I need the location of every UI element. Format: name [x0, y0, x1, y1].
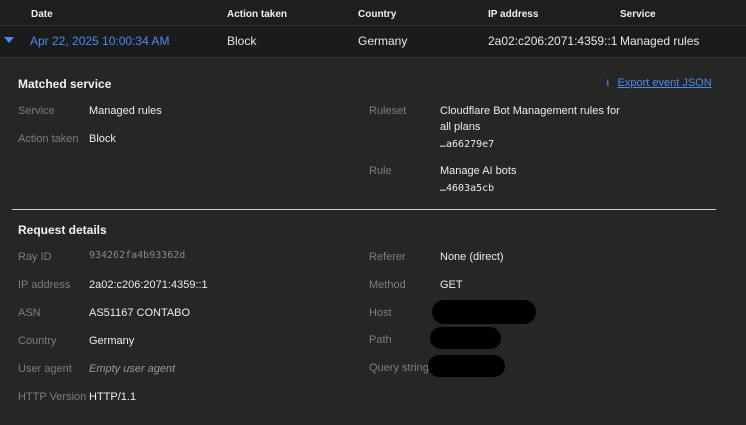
- row-service: Managed rules: [620, 34, 700, 48]
- rule-label: Rule: [369, 165, 392, 177]
- referer-label: Referer: [369, 251, 406, 263]
- ray-id-value[interactable]: 934262fa4b93362d: [89, 248, 185, 264]
- download-icon: ⭳: [606, 78, 610, 89]
- query-string-redaction: [428, 355, 505, 377]
- country-label: Country: [18, 335, 57, 347]
- country-value: Germany: [89, 335, 135, 347]
- host-label: Host: [369, 307, 392, 319]
- http-version-value: HTTP/1.1: [89, 391, 137, 403]
- path-label: Path: [369, 334, 392, 346]
- table-header: Date Action taken Country IP address Ser…: [0, 0, 746, 26]
- ip-value: 2a02:c206:2071:4359::1: [89, 279, 208, 291]
- method-label: Method: [369, 279, 406, 291]
- export-event-json-link[interactable]: ⭳ Export event JSON: [606, 76, 712, 93]
- rule-id[interactable]: …4603a5cb: [440, 181, 494, 197]
- table-row[interactable]: Apr 22, 2025 10:00:34 AM Block Germany 2…: [0, 26, 746, 58]
- query-string-label: Query string: [369, 362, 429, 374]
- asn-value: AS51167 CONTABO: [89, 307, 191, 319]
- asn-label: ASN: [18, 307, 41, 319]
- http-version-label: HTTP Version: [18, 391, 87, 403]
- chevron-down-icon[interactable]: [4, 37, 14, 43]
- user-agent-value: Empty user agent: [89, 363, 176, 375]
- ruleset-name-line2: all plans: [440, 121, 481, 133]
- matched-service-title: Matched service: [18, 77, 112, 91]
- referer-value: None (direct): [440, 251, 504, 263]
- ruleset-label: Ruleset: [369, 105, 407, 117]
- column-header-action[interactable]: Action taken: [227, 9, 287, 20]
- user-agent-label: User agent: [18, 363, 72, 375]
- path-redaction: [430, 327, 501, 349]
- method-value: GET: [440, 279, 463, 291]
- column-header-service[interactable]: Service: [620, 9, 656, 20]
- column-header-country[interactable]: Country: [358, 9, 396, 20]
- request-details-title: Request details: [18, 223, 107, 237]
- row-country: Germany: [358, 34, 408, 48]
- column-header-ip[interactable]: IP address: [488, 9, 538, 20]
- ray-id-label: Ray ID: [18, 251, 52, 263]
- host-redaction: [432, 300, 536, 324]
- action-label: Action taken: [18, 133, 79, 145]
- service-label: Service: [18, 105, 55, 117]
- ruleset-id[interactable]: …a66279e7: [440, 137, 494, 153]
- export-label: Export event JSON: [617, 77, 712, 89]
- section-divider: [12, 209, 716, 210]
- row-action: Block: [227, 34, 257, 48]
- rule-name: Manage AI bots: [440, 165, 517, 177]
- ruleset-name-line1: Cloudflare Bot Management rules for: [440, 105, 620, 117]
- row-ip: 2a02:c206:2071:4359::1: [488, 34, 618, 48]
- column-header-date[interactable]: Date: [31, 9, 53, 20]
- ip-label: IP address: [18, 279, 71, 291]
- row-date[interactable]: Apr 22, 2025 10:00:34 AM: [30, 34, 169, 48]
- service-value: Managed rules: [89, 105, 162, 117]
- action-value: Block: [89, 133, 116, 145]
